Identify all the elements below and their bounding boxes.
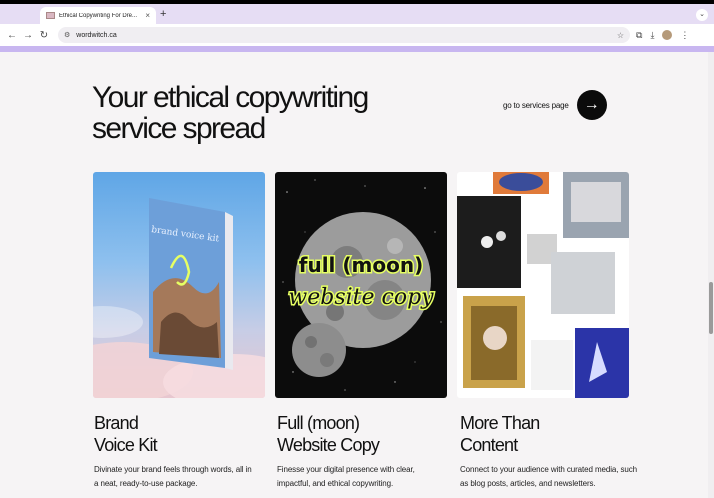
new-tab-icon[interactable]: + xyxy=(160,8,166,20)
scrollbar[interactable] xyxy=(708,52,714,498)
card-2-title[interactable]: Full (moon) Website Copy xyxy=(277,412,449,456)
services-link[interactable]: go to services page → xyxy=(503,90,607,120)
content-collage-image[interactable] xyxy=(457,172,629,398)
url-text[interactable]: wordwitch.ca xyxy=(76,32,617,39)
address-bar[interactable]: ⚙ wordwitch.ca ☆ xyxy=(58,27,630,43)
website-copy-image[interactable]: full (moon) website copy xyxy=(275,172,447,398)
back-icon[interactable]: ← xyxy=(4,30,20,41)
profile-avatar[interactable] xyxy=(662,30,673,40)
book-illustration: brand voice kit xyxy=(93,198,265,398)
card-1-title[interactable]: Brand Voice Kit xyxy=(94,412,266,456)
bookmark-star-icon[interactable]: ☆ xyxy=(617,31,624,40)
card-2-description: Finesse your digital presence with clear… xyxy=(277,465,415,488)
favicon-icon xyxy=(46,12,55,19)
reload-icon[interactable]: ↻ xyxy=(36,30,52,41)
section-heading: Your ethical copywriting service spread xyxy=(92,81,369,145)
tab-bar: Ethical Copywriting For Dre... × + ⌄ xyxy=(0,4,714,24)
browser-tab[interactable]: Ethical Copywriting For Dre... × xyxy=(40,7,156,24)
site-info-icon[interactable]: ⚙ xyxy=(64,31,70,39)
services-link-label[interactable]: go to services page xyxy=(503,101,569,110)
extensions-icon[interactable]: ⧉ xyxy=(636,30,642,41)
forward-icon[interactable]: → xyxy=(20,30,36,41)
card-3-title[interactable]: More Than Content xyxy=(460,412,632,456)
menu-icon[interactable]: ⋮ xyxy=(680,30,689,41)
card-3-description: Connect to your audience with curated me… xyxy=(460,465,637,488)
download-icon[interactable]: ⤓ xyxy=(650,30,654,41)
page-content: Your ethical copywriting service spread … xyxy=(0,52,714,498)
card-2-title-line2[interactable]: Website Copy xyxy=(277,434,449,456)
brand-voice-kit-image[interactable]: brand voice kit xyxy=(93,172,265,398)
browser-toolbar: ← → ↻ ⚙ wordwitch.ca ☆ ⧉ ⤓ ⋮ xyxy=(0,24,714,46)
card-1-title-line1[interactable]: Brand xyxy=(94,412,266,434)
collage-illustration xyxy=(457,172,629,398)
scrollbar-thumb[interactable] xyxy=(709,282,713,334)
card-1-description: Divinate your brand feels through words,… xyxy=(94,465,252,488)
moon-illustration: full (moon) website copy xyxy=(282,179,442,391)
card-3-title-line2[interactable]: Content xyxy=(460,434,632,456)
moon-text-2: website copy xyxy=(288,285,434,310)
moon-text-1: full (moon) xyxy=(299,253,423,277)
close-tab-icon[interactable]: × xyxy=(145,11,150,20)
card-1-title-line2[interactable]: Voice Kit xyxy=(94,434,266,456)
arrow-right-icon[interactable]: → xyxy=(576,90,607,120)
card-3-title-line1[interactable]: More Than xyxy=(460,412,632,434)
tab-title: Ethical Copywriting For Dre... xyxy=(59,12,138,19)
card-2-title-line1[interactable]: Full (moon) xyxy=(277,412,449,434)
tab-search-icon[interactable]: ⌄ xyxy=(696,9,708,21)
